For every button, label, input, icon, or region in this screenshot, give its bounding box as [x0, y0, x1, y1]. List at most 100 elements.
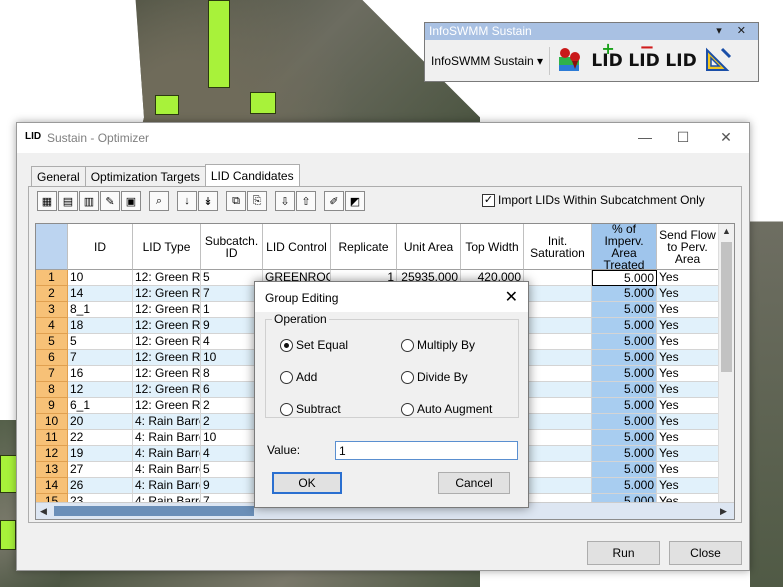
- table-cell[interactable]: 12: Green Ro: [133, 270, 201, 286]
- table-cell[interactable]: 5.000: [592, 446, 657, 462]
- column-header[interactable]: Init. Saturation: [524, 224, 592, 270]
- table-cell[interactable]: 5.000: [592, 286, 657, 302]
- cancel-button[interactable]: Cancel: [438, 472, 510, 494]
- table-cell[interactable]: Yes: [657, 478, 719, 494]
- table-cell[interactable]: [524, 462, 592, 478]
- table-cell[interactable]: 7: [68, 350, 133, 366]
- table-cell[interactable]: 4: Rain Barre: [133, 430, 201, 446]
- row-number-cell[interactable]: 13: [36, 462, 68, 478]
- table-cell[interactable]: Yes: [657, 446, 719, 462]
- table-cell[interactable]: 5.000: [592, 462, 657, 478]
- column-header[interactable]: Top Width: [461, 224, 524, 270]
- row-number-cell[interactable]: 1: [36, 270, 68, 286]
- table-cell[interactable]: 5.000: [592, 478, 657, 494]
- column-header[interactable]: LID Control: [263, 224, 331, 270]
- import-button[interactable]: ⇩: [275, 191, 295, 211]
- scroll-up-arrow[interactable]: ▲: [722, 226, 731, 236]
- table-cell[interactable]: 12: Green Ro: [133, 334, 201, 350]
- table-cell[interactable]: 5.000: [592, 270, 657, 286]
- table-cell[interactable]: Yes: [657, 334, 719, 350]
- row-number-cell[interactable]: 11: [36, 430, 68, 446]
- delete-row-button[interactable]: ▥: [79, 191, 99, 211]
- column-header[interactable]: % of Imperv. Area Treated: [592, 224, 657, 271]
- scroll-left-arrow[interactable]: ◀: [40, 506, 47, 517]
- edit-table-button[interactable]: ✎: [100, 191, 120, 211]
- group-edit-button[interactable]: ✐: [324, 191, 344, 211]
- table-cell[interactable]: [524, 270, 592, 286]
- radio-dot[interactable]: [280, 402, 293, 416]
- table-cell[interactable]: Yes: [657, 382, 719, 398]
- table-cell[interactable]: 18: [68, 318, 133, 334]
- row-number-cell[interactable]: 3: [36, 302, 68, 318]
- map-select-button[interactable]: ◩: [345, 191, 365, 211]
- table-cell[interactable]: 5.000: [592, 318, 657, 334]
- table-cell[interactable]: [524, 478, 592, 494]
- radio-divide-by[interactable]: Divide By: [401, 370, 468, 384]
- table-cell[interactable]: 20: [68, 414, 133, 430]
- table-cell[interactable]: 12: Green Ro: [133, 302, 201, 318]
- table-cell[interactable]: [524, 398, 592, 414]
- insert-row-button[interactable]: ▤: [58, 191, 78, 211]
- maximize-button[interactable]: ☐: [669, 127, 697, 147]
- table-cell[interactable]: [524, 318, 592, 334]
- table-cell[interactable]: Yes: [657, 414, 719, 430]
- table-cell[interactable]: Yes: [657, 350, 719, 366]
- table-cell[interactable]: Yes: [657, 366, 719, 382]
- table-cell[interactable]: [524, 446, 592, 462]
- find-button[interactable]: ⌕: [149, 191, 169, 211]
- table-cell[interactable]: 6_1: [68, 398, 133, 414]
- table-cell[interactable]: [524, 350, 592, 366]
- table-cell[interactable]: Yes: [657, 398, 719, 414]
- table-cell[interactable]: 4: Rain Barre: [133, 462, 201, 478]
- table-cell[interactable]: [524, 302, 592, 318]
- ok-button[interactable]: OK: [272, 472, 342, 494]
- radio-add[interactable]: Add: [280, 370, 317, 384]
- table-cell[interactable]: 27: [68, 462, 133, 478]
- table-cell[interactable]: 5.000: [592, 398, 657, 414]
- table-cell[interactable]: [524, 334, 592, 350]
- row-number-cell[interactable]: 7: [36, 366, 68, 382]
- close-button[interactable]: Close: [669, 541, 742, 565]
- dialog-close-button[interactable]: ✕: [505, 287, 518, 307]
- table-cell[interactable]: 12: [68, 382, 133, 398]
- row-number-cell[interactable]: 9: [36, 398, 68, 414]
- save-button[interactable]: ▣: [121, 191, 141, 211]
- column-header[interactable]: Subcatch. ID: [201, 224, 263, 270]
- table-cell[interactable]: Yes: [657, 302, 719, 318]
- scroll-right-arrow[interactable]: ▶: [720, 506, 727, 517]
- row-number-cell[interactable]: 10: [36, 414, 68, 430]
- radio-dot[interactable]: [401, 370, 414, 384]
- import-lids-checkbox[interactable]: ✓: [482, 193, 495, 207]
- table-cell[interactable]: 16: [68, 366, 133, 382]
- value-input[interactable]: 1: [335, 441, 518, 460]
- export-button[interactable]: ⇧: [296, 191, 316, 211]
- column-header[interactable]: Replicate: [331, 224, 397, 270]
- add-lid-button[interactable]: + LID: [590, 39, 624, 77]
- tab-optimization-targets[interactable]: Optimization Targets: [84, 166, 206, 186]
- table-cell[interactable]: 5.000: [592, 350, 657, 366]
- ruler-triangle-button[interactable]: [701, 45, 735, 77]
- table-cell[interactable]: 19: [68, 446, 133, 462]
- row-number-cell[interactable]: 5: [36, 334, 68, 350]
- import-lids-checkbox-row[interactable]: ✓ Import LIDs Within Subcatchment Only: [482, 193, 705, 207]
- table-cell[interactable]: [524, 286, 592, 302]
- radio-set-equal[interactable]: Set Equal: [280, 338, 348, 352]
- table-cell[interactable]: 8_1: [68, 302, 133, 318]
- paste-button[interactable]: ⎘: [247, 191, 267, 211]
- radio-dot[interactable]: [401, 402, 414, 416]
- row-number-cell[interactable]: 14: [36, 478, 68, 494]
- add-row-button[interactable]: ▦: [37, 191, 57, 211]
- table-cell[interactable]: 12: Green Ro: [133, 398, 201, 414]
- table-cell[interactable]: 10: [68, 270, 133, 286]
- table-cell[interactable]: 5.000: [592, 430, 657, 446]
- radio-dot[interactable]: [401, 338, 414, 352]
- radio-subtract[interactable]: Subtract: [280, 402, 341, 416]
- table-cell[interactable]: 4: Rain Barre: [133, 446, 201, 462]
- row-number-cell[interactable]: 6: [36, 350, 68, 366]
- table-cell[interactable]: 14: [68, 286, 133, 302]
- column-header[interactable]: LID Type: [133, 224, 201, 270]
- table-cell[interactable]: 5.000: [592, 334, 657, 350]
- table-cell[interactable]: 12: Green Ro: [133, 318, 201, 334]
- row-number-cell[interactable]: 2: [36, 286, 68, 302]
- column-header[interactable]: Send Flow to Perv. Area: [657, 224, 719, 270]
